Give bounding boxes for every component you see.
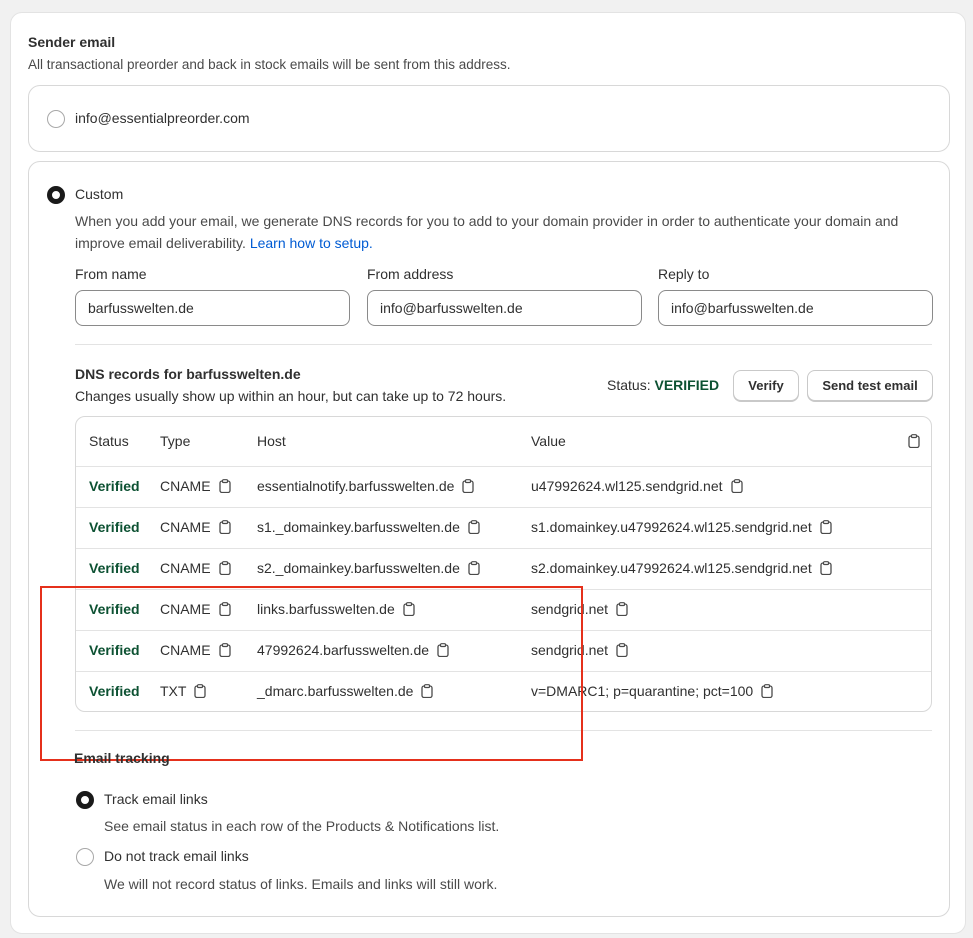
clipboard-icon[interactable] <box>468 561 480 575</box>
email-tracking-highlight <box>40 586 583 761</box>
clipboard-icon[interactable] <box>820 520 832 534</box>
table-row: Verified CNAME essentialnotify.barfusswelt… <box>76 467 931 508</box>
no-track-links-radio[interactable] <box>76 848 94 866</box>
column-value: Value <box>531 433 566 449</box>
clipboard-icon[interactable] <box>616 643 628 657</box>
sender-email-card: Sender email All transactional preorder … <box>10 12 966 934</box>
clipboard-icon[interactable] <box>761 684 773 698</box>
divider <box>75 344 932 345</box>
section-title: Sender email <box>28 34 116 50</box>
record-host: s1._domainkey.barfusswelten.de <box>257 519 480 535</box>
no-track-links-description: We will not record status of links. Emai… <box>104 876 498 892</box>
clipboard-icon[interactable] <box>820 561 832 575</box>
record-type: CNAME <box>160 560 231 576</box>
default-email-radio[interactable] <box>47 110 65 128</box>
table-row: Verified CNAME s1._domainkey.barfusswelten… <box>76 508 931 549</box>
column-status: Status <box>89 433 129 449</box>
dns-status: Status: VERIFIED <box>607 377 720 393</box>
send-test-email-button[interactable]: Send test email <box>807 370 933 401</box>
clipboard-icon[interactable] <box>730 479 743 493</box>
custom-email-label: Custom <box>75 186 124 202</box>
reply-to-input[interactable] <box>658 290 933 326</box>
record-type: CNAME <box>160 478 231 494</box>
reply-to-label: Reply to <box>658 266 710 282</box>
default-email-label: info@essentialpreorder.com <box>75 110 250 126</box>
from-address-input[interactable] <box>367 290 642 326</box>
record-value: s2.domainkey.u47992624.wl125.sendgrid.ne… <box>531 560 832 576</box>
clipboard-icon[interactable] <box>218 520 231 534</box>
clipboard-icon[interactable] <box>218 479 231 493</box>
track-links-description: See email status in each row of the Prod… <box>104 818 500 834</box>
verify-button[interactable]: Verify <box>733 370 799 401</box>
table-row: Verified CNAME s2._domainkey.barfusswelten… <box>76 549 931 590</box>
default-email-option[interactable]: info@essentialpreorder.com <box>28 85 950 152</box>
column-type: Type <box>160 433 191 449</box>
track-links-radio[interactable] <box>76 791 94 809</box>
learn-how-link[interactable]: Learn how to setup. <box>250 235 373 251</box>
dns-subtitle: Changes usually show up within an hour, … <box>75 388 507 404</box>
record-status: Verified <box>89 560 140 576</box>
record-type: CNAME <box>160 519 231 535</box>
email-tracking-title: Email tracking <box>74 750 170 766</box>
record-value: s1.domainkey.u47992624.wl125.sendgrid.ne… <box>531 519 832 535</box>
table-header: Status Type Host Value <box>76 417 931 467</box>
record-status: Verified <box>89 478 140 494</box>
no-track-links-label[interactable]: Do not track email links <box>104 848 249 864</box>
clipboard-icon[interactable] <box>462 479 475 493</box>
record-host: s2._domainkey.barfusswelten.de <box>257 560 480 576</box>
custom-email-radio[interactable] <box>47 186 65 204</box>
record-host: essentialnotify.barfusswelten.de <box>257 478 475 494</box>
clipboard-icon[interactable] <box>616 602 628 616</box>
custom-email-description: When you add your email, we generate DNS… <box>75 213 899 251</box>
from-name-input[interactable] <box>75 290 350 326</box>
dns-title: DNS records for barfusswelten.de <box>75 366 301 382</box>
clipboard-icon[interactable] <box>218 561 231 575</box>
track-links-label[interactable]: Track email links <box>104 791 208 807</box>
record-value: u47992624.wl125.sendgrid.net <box>531 478 743 494</box>
from-address-label: From address <box>367 266 454 282</box>
section-subtitle: All transactional preorder and back in s… <box>28 57 511 72</box>
dns-status-value: VERIFIED <box>654 377 720 393</box>
clipboard-icon[interactable] <box>468 520 480 534</box>
clipboard-icon[interactable] <box>908 434 920 448</box>
from-name-label: From name <box>75 266 147 282</box>
column-host: Host <box>257 433 286 449</box>
record-status: Verified <box>89 519 140 535</box>
